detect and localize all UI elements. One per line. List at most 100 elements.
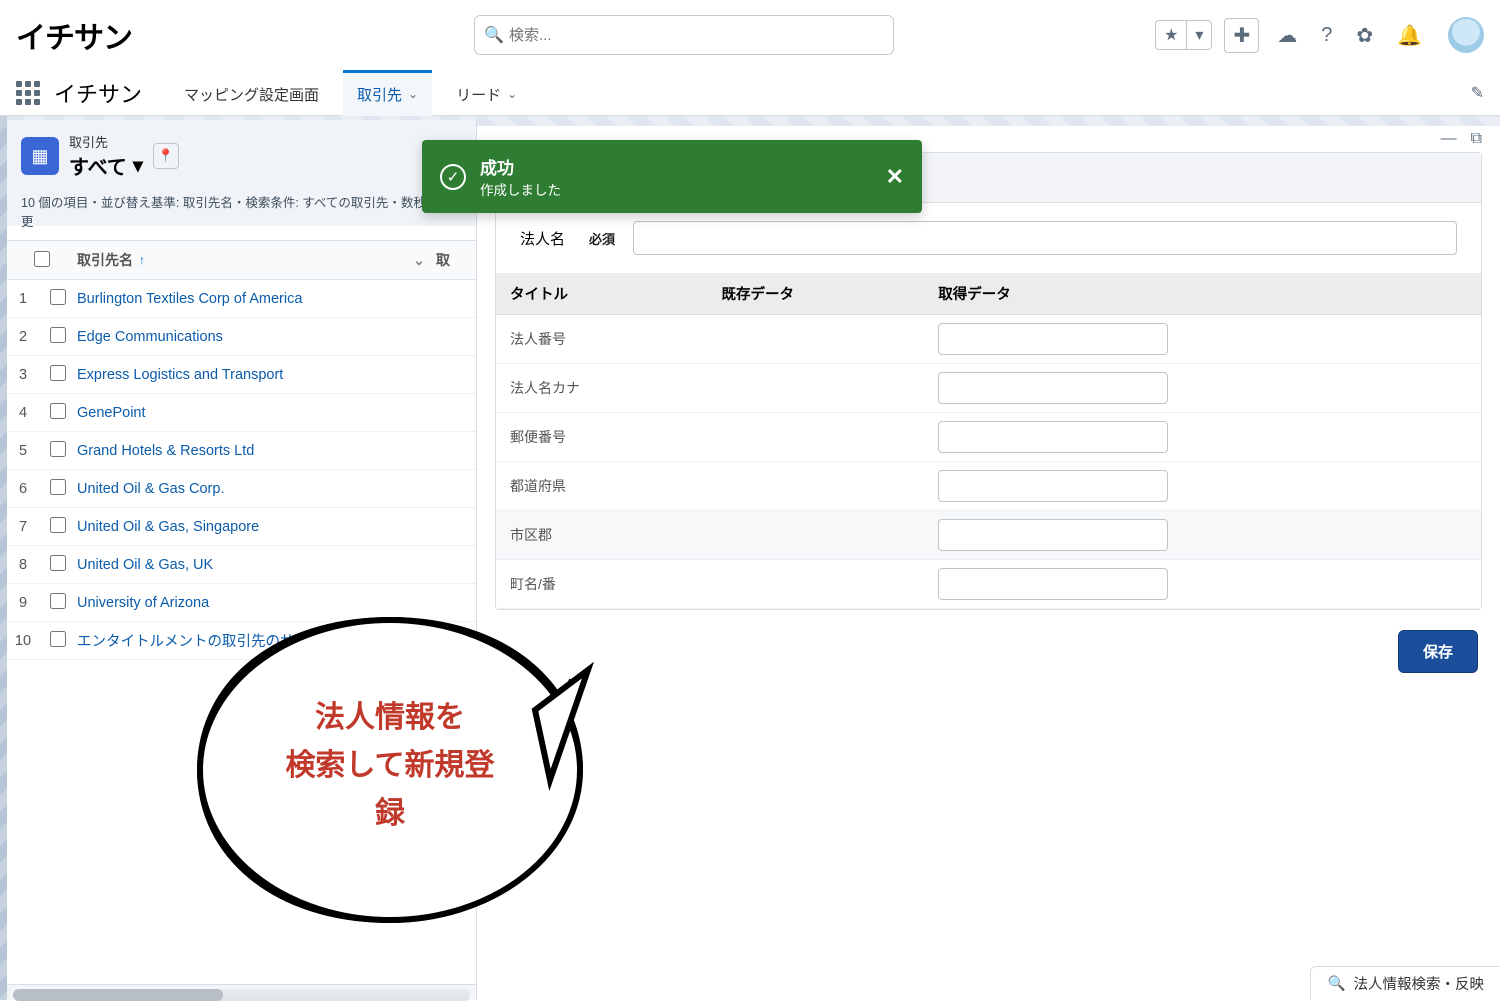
pin-icon: 📍 <box>158 148 174 164</box>
annotation-line2: 検索して新規登録 <box>285 742 495 838</box>
list-view-meta: 10 個の項目・並び替え基準: 取引先名・検索条件: すべての取引先・数秒前 に… <box>7 192 476 240</box>
tab-leads[interactable]: リード⌄ <box>442 70 531 116</box>
caret-down-icon: ▾ <box>133 153 143 178</box>
row-checkbox[interactable] <box>50 403 66 419</box>
table-row[interactable]: 4GenePoint <box>7 394 476 432</box>
table-row[interactable]: 2Edge Communications <box>7 318 476 356</box>
row-checkbox[interactable] <box>50 555 66 571</box>
add-button[interactable]: ✚ <box>1224 18 1259 53</box>
grid-input[interactable] <box>938 519 1168 551</box>
grid-input[interactable] <box>938 470 1168 502</box>
global-search-input[interactable] <box>474 15 894 55</box>
field-label: 法人名 <box>520 228 565 249</box>
grid-row-label: 法人番号 <box>496 315 707 364</box>
global-search: 🔍 <box>474 15 894 55</box>
grid-input[interactable] <box>938 323 1168 355</box>
edit-nav-icon[interactable]: ✎ <box>1471 83 1484 103</box>
create-account-card: 取引先新規作成： 法人名 必須 タイトル 既存データ 取得データ 法人番号 法人… <box>495 152 1482 610</box>
grid-input[interactable] <box>938 568 1168 600</box>
row-checkbox[interactable] <box>50 631 66 647</box>
pin-listview-button[interactable]: 📍 <box>153 143 179 169</box>
company-name-field: 法人名 必須 <box>496 203 1481 273</box>
row-checkbox[interactable] <box>50 593 66 609</box>
select-all-checkbox[interactable] <box>34 251 50 267</box>
grid-row-label: 市区郡 <box>496 511 707 560</box>
table-row[interactable]: 7United Oil & Gas, Singapore <box>7 508 476 546</box>
sort-asc-icon: ↑ <box>139 253 145 267</box>
save-row: 保存 <box>477 618 1500 685</box>
help-icon[interactable]: ? <box>1315 20 1338 51</box>
save-button[interactable]: 保存 <box>1398 630 1478 673</box>
chevron-down-icon: ⌄ <box>507 87 517 101</box>
account-link[interactable]: Edge Communications <box>77 329 223 345</box>
chevron-down-icon: ▾ <box>1186 21 1211 49</box>
row-checkbox[interactable] <box>50 327 66 343</box>
table-row[interactable]: 3Express Logistics and Transport <box>7 356 476 394</box>
detail-panel: — ⧉ 取引先新規作成： 法人名 必須 タイトル 既存データ 取得データ 法人番… <box>477 116 1500 1000</box>
app-nav: イチサン マッピング設定画面 取引先⌄ リード⌄ ✎ <box>0 70 1500 116</box>
row-checkbox[interactable] <box>50 479 66 495</box>
column-account-name[interactable]: 取引先名 ↑ <box>77 250 402 270</box>
tab-accounts[interactable]: 取引先⌄ <box>343 70 432 116</box>
minimize-icon[interactable]: — <box>1441 130 1457 148</box>
annotation-line1: 法人情報を <box>285 694 495 742</box>
utility-bar-item[interactable]: 🔍 法人情報検索・反映 <box>1310 966 1500 1000</box>
account-link[interactable]: United Oil & Gas Corp. <box>77 481 224 497</box>
toast-title: 成功 <box>480 154 561 179</box>
grid-input[interactable] <box>938 421 1168 453</box>
decorative-strip <box>0 116 7 1000</box>
grid-header-fetched: 取得データ <box>924 273 1481 315</box>
list-view-picker[interactable]: すべて ▾ <box>69 151 143 180</box>
annotation-callout: 法人情報を 検索して新規登録 <box>180 600 600 960</box>
success-toast: ✓ 成功 作成しました ✕ <box>422 140 922 213</box>
grid-header-title: タイトル <box>496 273 707 315</box>
toast-close-icon[interactable]: ✕ <box>886 164 904 190</box>
account-object-icon: ▦ <box>21 137 59 175</box>
app-name: イチサン <box>54 77 142 109</box>
account-link[interactable]: United Oil & Gas, UK <box>77 557 213 573</box>
row-checkbox[interactable] <box>50 441 66 457</box>
object-label: 取引先 <box>69 132 143 151</box>
table-row[interactable]: 6United Oil & Gas Corp. <box>7 470 476 508</box>
account-link[interactable]: Burlington Textiles Corp of America <box>77 291 302 307</box>
setup-gear-icon[interactable]: ✿ <box>1350 19 1379 52</box>
search-icon: 🔍 <box>484 25 504 45</box>
required-indicator: 必須 <box>589 229 615 248</box>
app-logo: イチサン <box>16 13 132 57</box>
company-name-input[interactable] <box>633 221 1457 255</box>
utility-label: 法人情報検索・反映 <box>1354 973 1485 994</box>
chevron-down-icon: ⌄ <box>408 87 418 101</box>
list-view-header: ▦ 取引先 すべて ▾ 📍 <box>7 120 476 192</box>
row-checkbox[interactable] <box>50 365 66 381</box>
check-circle-icon: ✓ <box>440 164 466 190</box>
user-avatar[interactable] <box>1448 17 1484 53</box>
global-header: イチサン 🔍 ★ ▾ ✚ ☁ ? ✿ 🔔 <box>0 0 1500 70</box>
list-column-header: 取引先名 ↑ ⌄ 取 <box>7 240 476 280</box>
table-row[interactable]: 8United Oil & Gas, UK <box>7 546 476 584</box>
horizontal-scrollbar[interactable] <box>13 989 470 1001</box>
notifications-bell-icon[interactable]: 🔔 <box>1391 19 1428 52</box>
data-grid: タイトル 既存データ 取得データ 法人番号 法人名カナ 郵便番号 都道府県 市区… <box>496 273 1481 609</box>
grid-input[interactable] <box>938 372 1168 404</box>
account-link[interactable]: Express Logistics and Transport <box>77 367 283 383</box>
account-link[interactable]: GenePoint <box>77 405 146 421</box>
salesforce-help-icon[interactable]: ☁ <box>1271 19 1303 52</box>
column-menu-icon[interactable]: ⌄ <box>402 252 436 269</box>
favorites-menu[interactable]: ★ ▾ <box>1155 20 1212 50</box>
grid-row-label: 都道府県 <box>496 462 707 511</box>
grid-row-label: 郵便番号 <box>496 413 707 462</box>
row-checkbox[interactable] <box>50 517 66 533</box>
toast-message: 作成しました <box>480 179 561 199</box>
app-launcher-icon[interactable] <box>16 81 40 105</box>
column-extra: 取 <box>436 250 476 270</box>
search-icon: 🔍 <box>1327 975 1345 992</box>
grid-header-existing: 既存データ <box>707 273 924 315</box>
row-checkbox[interactable] <box>50 289 66 305</box>
account-link[interactable]: United Oil & Gas, Singapore <box>77 519 259 535</box>
tab-mapping-settings[interactable]: マッピング設定画面 <box>170 70 333 116</box>
popout-icon[interactable]: ⧉ <box>1471 130 1482 148</box>
list-footer <box>7 984 476 1000</box>
table-row[interactable]: 1Burlington Textiles Corp of America <box>7 280 476 318</box>
table-row[interactable]: 5Grand Hotels & Resorts Ltd <box>7 432 476 470</box>
account-link[interactable]: Grand Hotels & Resorts Ltd <box>77 443 254 459</box>
